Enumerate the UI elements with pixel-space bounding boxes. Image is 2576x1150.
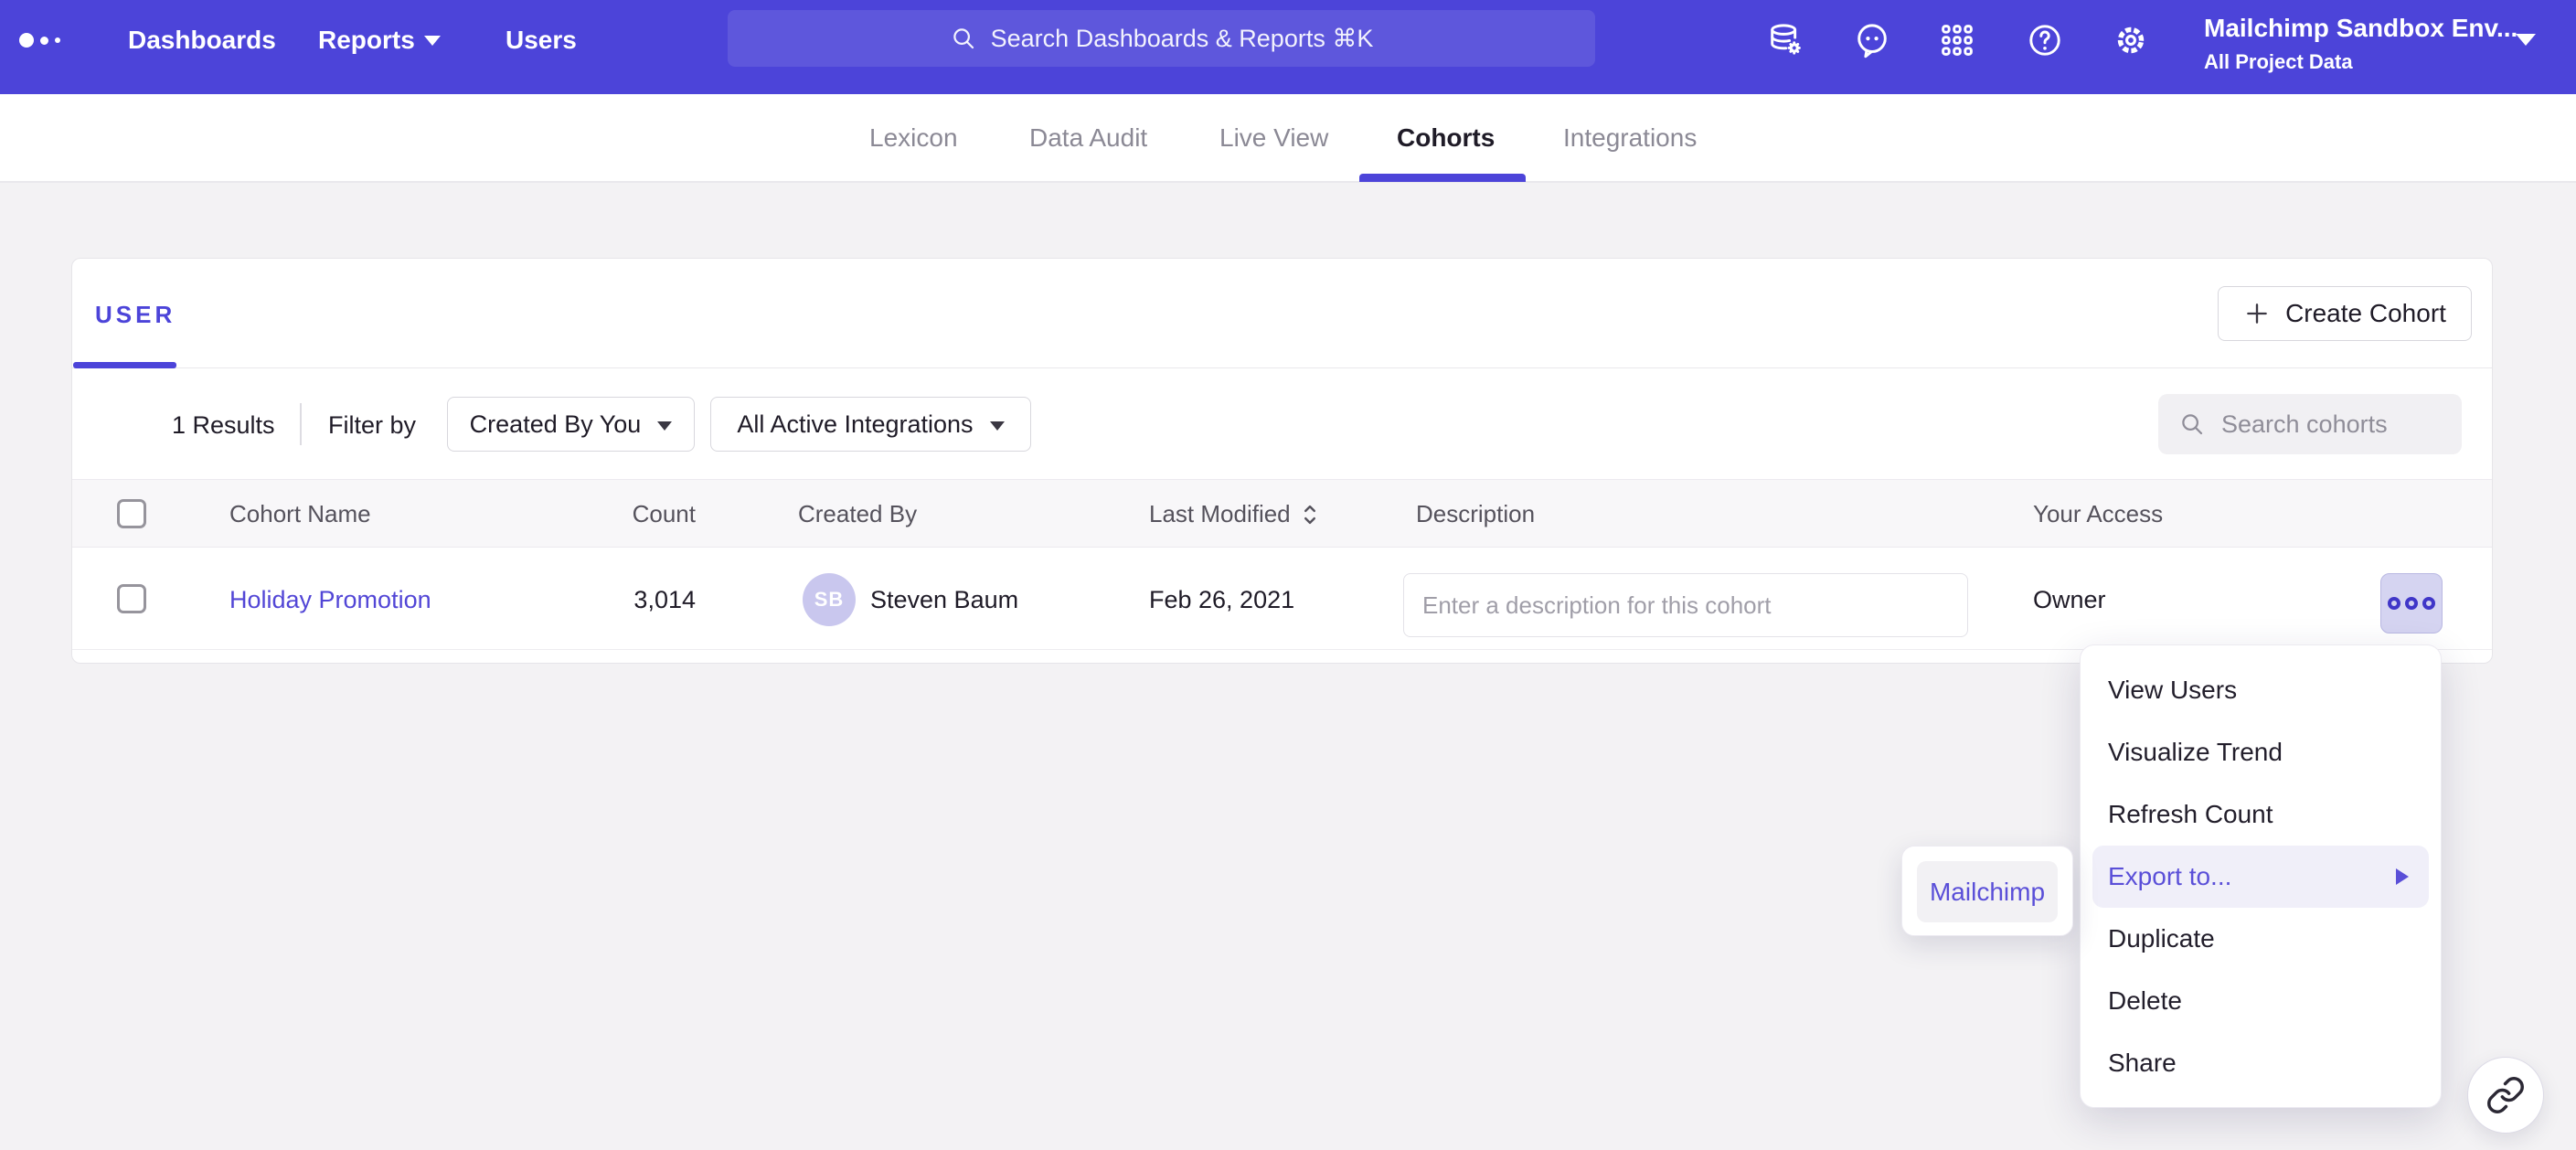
submenu-arrow-icon — [2396, 868, 2409, 885]
plus-icon — [2243, 300, 2271, 327]
created-by-filter-dropdown[interactable]: Created By You — [447, 397, 695, 452]
submenu-item-mailchimp[interactable]: Mailchimp — [1917, 861, 2058, 922]
data-management-icon[interactable] — [1765, 20, 1805, 60]
link-icon — [2486, 1075, 2526, 1115]
cohort-search-box[interactable] — [2158, 394, 2462, 454]
top-nav-bar: Dashboards Reports Users Search Dashboar… — [0, 0, 2576, 94]
nav-item-dashboards[interactable]: Dashboards — [128, 0, 276, 80]
column-header-last-modified-label: Last Modified — [1149, 480, 1291, 548]
cohort-count: 3,014 — [548, 586, 696, 614]
last-modified-date: Feb 26, 2021 — [1149, 586, 1294, 614]
divider — [72, 367, 2492, 368]
column-header-last-modified[interactable]: Last Modified — [1149, 480, 1320, 548]
divider — [300, 403, 302, 445]
menu-item-export-to-label: Export to... — [2108, 862, 2231, 890]
create-cohort-button[interactable]: Create Cohort — [2218, 286, 2472, 341]
cohorts-card: USER Create Cohort 1 Results Filter by C… — [71, 258, 2493, 664]
created-by-filter-value: Created By You — [470, 410, 642, 439]
column-header-your-access: Your Access — [2033, 480, 2163, 548]
column-header-description: Description — [1416, 480, 1535, 548]
filter-by-label: Filter by — [328, 411, 416, 440]
avatar: SB — [803, 573, 856, 626]
create-cohort-label: Create Cohort — [2285, 299, 2446, 328]
global-search-placeholder: Search Dashboards & Reports ⌘K — [991, 25, 1374, 53]
integrations-filter-dropdown[interactable]: All Active Integrations — [710, 397, 1031, 452]
project-name: Mailchimp Sandbox Env... — [2204, 14, 2517, 43]
table-row: Holiday Promotion 3,014 SB Steven Baum F… — [72, 548, 2492, 650]
menu-item-visualize-trend[interactable]: Visualize Trend — [2081, 721, 2441, 783]
feedback-icon[interactable] — [1852, 20, 1892, 60]
created-by-name: Steven Baum — [870, 586, 1018, 614]
menu-item-duplicate[interactable]: Duplicate — [2081, 908, 2441, 970]
settings-icon[interactable] — [2111, 20, 2151, 60]
chevron-down-icon — [990, 421, 1005, 431]
tab-cohorts[interactable]: Cohorts — [1397, 94, 1495, 181]
ellipsis-icon — [2405, 597, 2418, 610]
menu-item-share[interactable]: Share — [2081, 1032, 2441, 1094]
active-tab-underline — [1359, 174, 1526, 182]
tab-integrations[interactable]: Integrations — [1563, 94, 1697, 181]
description-input[interactable] — [1403, 573, 1968, 637]
global-search-bar[interactable]: Search Dashboards & Reports ⌘K — [728, 10, 1595, 67]
logo-dot-icon — [55, 37, 60, 43]
column-header-created-by: Created By — [798, 480, 917, 548]
chevron-down-icon — [657, 421, 672, 431]
apps-grid-icon[interactable] — [1937, 20, 1977, 60]
search-icon — [950, 25, 977, 52]
cohort-name-link[interactable]: Holiday Promotion — [229, 586, 431, 614]
active-tab-underline — [73, 362, 176, 368]
chevron-down-icon[interactable] — [424, 36, 441, 46]
tab-lexicon[interactable]: Lexicon — [869, 94, 958, 181]
tab-data-audit[interactable]: Data Audit — [1029, 94, 1147, 181]
select-all-checkbox[interactable] — [117, 499, 146, 528]
project-scope: All Project Data — [2204, 50, 2517, 74]
chevron-down-icon[interactable] — [2516, 34, 2536, 46]
tab-live-view[interactable]: Live View — [1219, 94, 1328, 181]
sort-icon — [1300, 501, 1320, 528]
column-header-count: Count — [548, 480, 696, 548]
results-count: 1 Results — [172, 411, 275, 440]
help-icon[interactable] — [2025, 20, 2065, 60]
row-actions-context-menu: View Users Visualize Trend Refresh Count… — [2080, 644, 2442, 1108]
nav-item-reports[interactable]: Reports — [318, 0, 415, 80]
logo[interactable] — [19, 0, 60, 80]
copy-link-button[interactable] — [2467, 1057, 2544, 1134]
menu-item-view-users[interactable]: View Users — [2081, 659, 2441, 721]
integrations-filter-value: All Active Integrations — [737, 410, 973, 439]
menu-item-delete[interactable]: Delete — [2081, 970, 2441, 1032]
menu-item-refresh-count[interactable]: Refresh Count — [2081, 783, 2441, 846]
ellipsis-icon — [2422, 597, 2435, 610]
ellipsis-icon — [2388, 597, 2400, 610]
project-switcher[interactable]: Mailchimp Sandbox Env... All Project Dat… — [2204, 14, 2517, 74]
table-header-row: Cohort Name Count Created By Last Modifi… — [72, 479, 2492, 548]
export-submenu: Mailchimp — [1901, 846, 2073, 936]
cohorts-page: Dashboards Reports Users Search Dashboar… — [0, 0, 2576, 1150]
nav-item-users[interactable]: Users — [506, 0, 577, 80]
menu-item-export-to[interactable]: Export to... — [2092, 846, 2429, 908]
tab-user-cohorts[interactable]: USER — [95, 301, 176, 329]
row-checkbox[interactable] — [117, 584, 146, 613]
logo-dot-icon — [40, 37, 48, 45]
row-actions-menu-button[interactable] — [2380, 573, 2443, 634]
column-header-cohort-name: Cohort Name — [229, 480, 371, 548]
logo-dot-icon — [19, 33, 34, 48]
search-icon — [2178, 410, 2206, 438]
access-level: Owner — [2033, 586, 2106, 614]
cohort-search-input[interactable] — [2219, 410, 2439, 440]
